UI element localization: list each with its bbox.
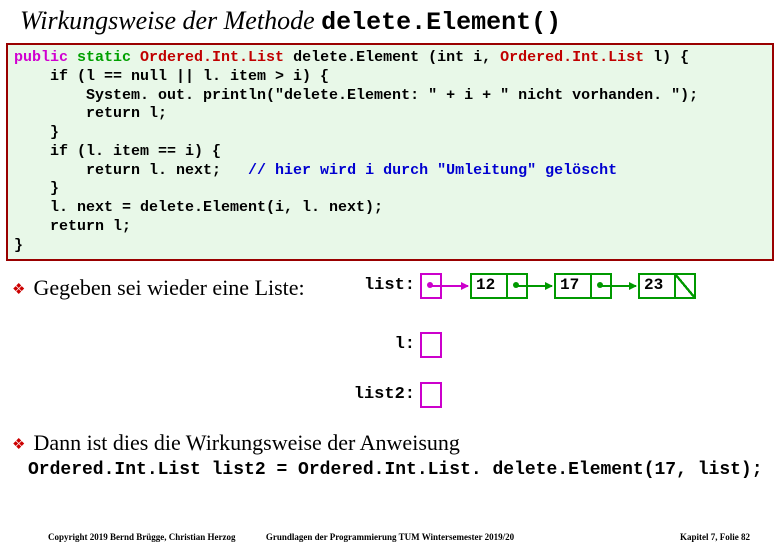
node-17-val: 17 [560,276,579,294]
type-1: Ordered.Int.List [131,49,284,66]
label-list: list: [355,276,415,295]
code-l6: if (l. item == i) { [14,143,221,160]
bullet-2: ❖ Dann ist dies die Wirkungsweise der An… [12,430,780,456]
null-slash-icon [675,274,695,298]
title-text: Wirkungsweise der Methode [20,6,321,35]
title-code: delete.Element() [321,8,561,37]
bullet-2-wrap: ❖ Dann ist dies die Wirkungsweise der An… [0,430,780,480]
statement-code: Ordered.Int.List list2 = Ordered.Int.Lis… [28,460,780,480]
diagram: list: 12 17 23 l: list2: [0,270,780,450]
node-23-val: 23 [644,276,663,294]
kw-public: public [14,49,68,66]
arrow-12 [516,285,552,287]
slide: Wirkungsweise der Methode delete.Element… [0,0,780,540]
node-12-val: 12 [476,276,495,294]
bullet-icon-2: ❖ [12,435,25,454]
code-l1f: l) { [644,49,689,66]
label-l: l: [355,335,415,354]
code-l2: if (l == null || l. item > i) { [14,68,329,85]
code-l11: } [14,237,23,254]
footer-center: Grundlagen der Programmierung TUM Winter… [0,532,780,542]
code-l7a: return l. next; [14,162,248,179]
list2-ref-box [420,382,442,408]
kw-static: static [68,49,131,66]
code-l8: } [14,180,59,197]
label-list2: list2: [345,385,415,404]
footer-right: Kapitel 7, Folie 82 [680,532,750,542]
code-l4: return l; [14,105,167,122]
code-comment: // hier wird i durch "Umleitung" gelösch… [248,162,617,179]
bullet-2-text: Dann ist dies die Wirkungsweise der Anwe… [33,430,459,456]
code-l9: l. next = delete.Element(i, l. next); [14,199,383,216]
code-l3: System. out. println("delete.Element: " … [14,87,698,104]
node-23: 23 [638,273,696,299]
code-l10: return l; [14,218,131,235]
code-l1d: delete.Element (int i, [284,49,500,66]
code-l5: } [14,124,59,141]
arrow-17 [600,285,636,287]
slide-title: Wirkungsweise der Methode delete.Element… [0,0,780,43]
code-box: public static Ordered.Int.List delete.El… [6,43,774,261]
type-2: Ordered.Int.List [500,49,644,66]
l-ref-box [420,332,442,358]
arrow-list [430,285,468,287]
